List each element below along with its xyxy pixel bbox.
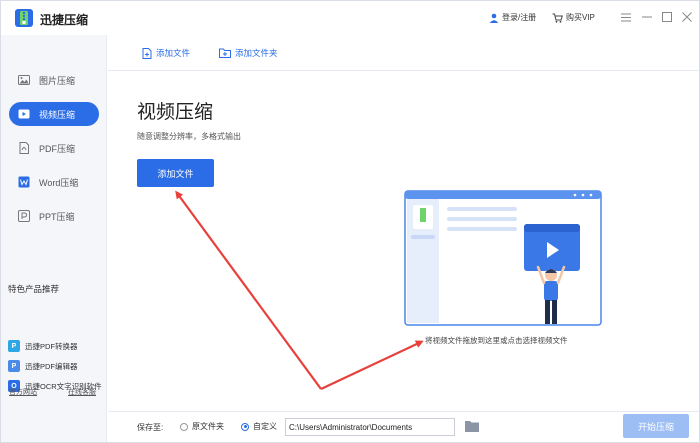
- menu-icon: [621, 13, 631, 21]
- word-icon: [17, 175, 31, 189]
- page-subtitle: 随意调整分辨率，多格式输出: [137, 132, 241, 141]
- login-link[interactable]: 登录/注册: [489, 12, 536, 23]
- official-site-link[interactable]: 官方网站: [9, 387, 37, 397]
- start-compress-button[interactable]: 开始压缩: [623, 414, 689, 438]
- sidebar-item-label: 视频压缩: [39, 109, 76, 120]
- maximize-button[interactable]: [660, 10, 674, 24]
- pdf-icon: [17, 141, 31, 155]
- drop-hint-text[interactable]: 将视频文件拖放到这里或点击选择视频文件: [425, 335, 568, 346]
- app-window: 迅捷压缩 登录/注册 购买VIP 图片压缩 视频压缩 PDF压缩 Word压缩 …: [0, 0, 700, 443]
- login-label: 登录/注册: [502, 13, 537, 22]
- online-support-link[interactable]: 在线客服: [68, 387, 96, 397]
- pdf-converter-icon: P: [8, 340, 20, 352]
- promo-item-label: 迅捷PDF转换器: [25, 341, 78, 351]
- sidebar-item-video-compress[interactable]: 视频压缩: [9, 102, 99, 126]
- add-file-tool[interactable]: 添加文件: [142, 47, 190, 59]
- video-icon: [17, 107, 31, 121]
- close-icon: [682, 12, 692, 22]
- sidebar-item-label: Word压缩: [39, 177, 79, 188]
- add-file-icon: [142, 47, 152, 59]
- radio-custom-folder[interactable]: 自定义: [241, 421, 277, 432]
- sidebar-item-word-compress[interactable]: Word压缩: [9, 170, 99, 194]
- save-to-label: 保存至:: [137, 423, 164, 432]
- radio-dot-selected-icon: [241, 422, 249, 431]
- sidebar-item-ppt-compress[interactable]: PPT压缩: [9, 204, 99, 228]
- sidebar-item-label: 图片压缩: [39, 75, 76, 86]
- vip-label: 购买VIP: [566, 13, 595, 22]
- promo-item-label: 迅捷PDF编辑器: [25, 361, 78, 371]
- radio-original-folder[interactable]: 原文件夹: [180, 421, 224, 432]
- sidebar-item-label: PPT压缩: [39, 211, 75, 222]
- sidebar-item-label: PDF压缩: [39, 143, 76, 154]
- arrow-to-add-button: [175, 190, 322, 390]
- radio-dot-icon: [180, 422, 188, 431]
- promo-title: 特色产品推荐: [8, 284, 60, 294]
- toolbar: [108, 35, 699, 71]
- sidebar-item-image-compress[interactable]: 图片压缩: [9, 68, 99, 92]
- add-folder-icon: [219, 48, 231, 58]
- ppt-icon: [17, 209, 31, 223]
- image-icon: [17, 73, 31, 87]
- close-button[interactable]: [680, 10, 694, 24]
- minimize-icon: [642, 16, 652, 18]
- page-title: 视频压缩: [137, 102, 214, 123]
- add-folder-tool[interactable]: 添加文件夹: [219, 47, 278, 59]
- app-logo-icon: [15, 9, 33, 27]
- promo-item-pdf-editor[interactable]: P 迅捷PDF编辑器: [8, 360, 78, 372]
- radio-label: 原文件夹: [192, 422, 224, 431]
- cart-icon: [552, 13, 563, 23]
- add-file-label: 添加文件: [156, 48, 191, 58]
- drop-zone-illustration[interactable]: [401, 187, 605, 331]
- user-icon: [489, 13, 499, 23]
- save-path-input[interactable]: [285, 418, 455, 436]
- folder-browse-icon[interactable]: [465, 420, 479, 432]
- menu-button[interactable]: [619, 10, 633, 24]
- buy-vip-link[interactable]: 购买VIP: [552, 12, 595, 23]
- radio-label: 自定义: [253, 422, 277, 431]
- add-folder-label: 添加文件夹: [235, 48, 278, 58]
- add-file-button[interactable]: 添加文件: [137, 159, 214, 187]
- pdf-editor-icon: P: [8, 360, 20, 372]
- minimize-button[interactable]: [640, 10, 654, 24]
- sidebar-item-pdf-compress[interactable]: PDF压缩: [9, 136, 99, 160]
- title-bar: 迅捷压缩 登录/注册 购买VIP: [1, 1, 699, 35]
- maximize-icon: [662, 12, 672, 22]
- promo-item-pdf-converter[interactable]: P 迅捷PDF转换器: [8, 340, 78, 352]
- app-title: 迅捷压缩: [40, 13, 89, 27]
- arrow-to-drop-hint: [320, 340, 424, 390]
